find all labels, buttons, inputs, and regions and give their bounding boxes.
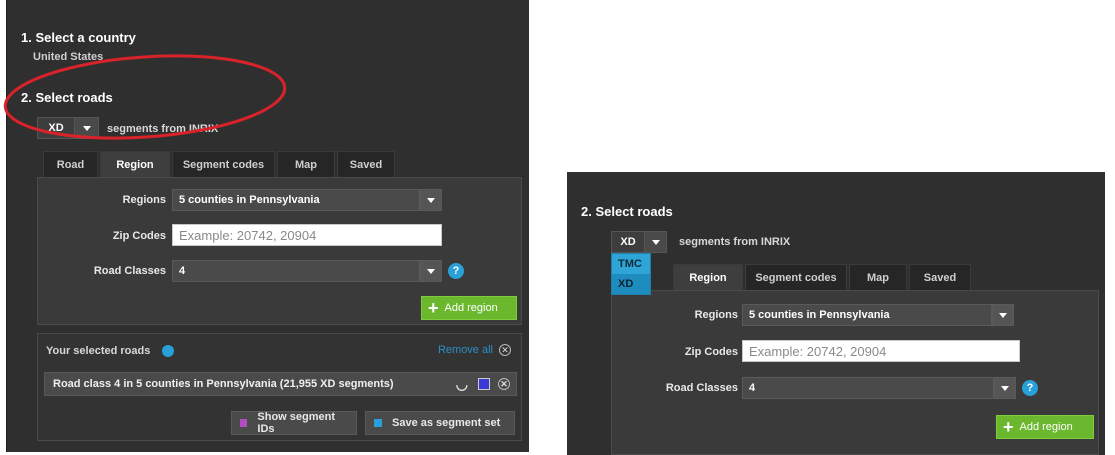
source-suffix: segments from INRIX <box>107 123 219 135</box>
zip-codes-input[interactable]: Example: 20742, 20904 <box>742 340 1020 362</box>
zip-codes-label: Zip Codes <box>684 346 738 358</box>
tab-saved[interactable]: Saved <box>337 151 395 177</box>
remove-all-link[interactable]: Remove all ✕ <box>438 344 511 356</box>
source-dropdown-value: XD <box>48 122 64 134</box>
road-classes-label: Road Classes <box>665 382 738 394</box>
list-icon <box>240 419 248 427</box>
regions-label: Regions <box>122 194 166 206</box>
region-tab-panel: Regions 5 counties in Pennsylvania Zip C… <box>37 177 522 325</box>
selected-road-text: Road class 4 in 5 counties in Pennsylvan… <box>53 378 394 390</box>
zip-codes-input[interactable]: Example: 20742, 20904 <box>172 224 442 246</box>
source-dropdown[interactable]: XD <box>37 117 99 139</box>
show-segment-ids-label: Show segment IDs <box>257 411 336 435</box>
country-value[interactable]: United States <box>33 51 103 63</box>
menu-item-tmc[interactable]: TMC <box>612 254 650 274</box>
regions-select[interactable]: 5 counties in Pennsylvania <box>742 304 992 326</box>
show-segment-ids-button[interactable]: Show segment IDs <box>231 411 357 435</box>
save-segment-set-label: Save as segment set <box>392 417 501 429</box>
close-icon[interactable]: ✕ <box>498 378 510 390</box>
close-icon: ✕ <box>499 344 511 356</box>
tab-region[interactable]: Region <box>100 151 170 177</box>
tab-segment-codes[interactable]: Segment codes <box>172 151 275 177</box>
regions-label: Regions <box>694 309 738 321</box>
remove-all-label: Remove all <box>437 344 493 356</box>
help-icon[interactable]: ? <box>448 263 464 279</box>
zip-codes-label: Zip Codes <box>112 230 166 242</box>
road-classes-select[interactable]: 4 <box>172 260 420 282</box>
plus-icon: + <box>428 298 439 318</box>
source-suffix: segments from INRIX <box>679 236 791 248</box>
add-region-label: Add region <box>1019 421 1073 433</box>
tab-map[interactable]: Map <box>849 264 907 290</box>
regions-select[interactable]: 5 counties in Pennsylvania <box>172 189 420 211</box>
chevron-down-icon[interactable] <box>420 189 442 211</box>
help-icon[interactable]: ? <box>1022 380 1038 396</box>
segment-color-icon[interactable] <box>478 378 490 390</box>
tab-map[interactable]: Map <box>277 151 335 177</box>
chevron-down-icon[interactable] <box>992 304 1014 326</box>
tab-segment-codes[interactable]: Segment codes <box>745 264 847 290</box>
info-icon[interactable] <box>162 345 174 357</box>
save-icon <box>374 419 382 427</box>
source-dropdown[interactable]: XD <box>611 231 667 253</box>
add-region-button[interactable]: + Add region <box>421 296 517 320</box>
left-panel: 1. Select a country United States 2. Sel… <box>6 0 529 452</box>
chevron-down-icon[interactable] <box>420 260 442 282</box>
road-classes-select[interactable]: 4 <box>742 377 994 399</box>
tab-road[interactable]: Road <box>43 151 98 177</box>
chevron-down-icon[interactable] <box>994 377 1016 399</box>
selected-road-row: Road class 4 in 5 counties in Pennsylvan… <box>44 372 517 396</box>
add-region-label: Add region <box>444 302 498 314</box>
menu-item-xd[interactable]: XD <box>612 274 650 294</box>
curve-icon[interactable]: ◡ <box>456 376 468 393</box>
source-dropdown-menu: TMC XD <box>611 253 651 295</box>
tab-region[interactable]: Region <box>673 264 743 290</box>
road-classes-label: Road Classes <box>93 265 166 277</box>
selected-roads-section: Your selected roads Remove all ✕ Road cl… <box>37 333 522 441</box>
plus-icon: + <box>1003 417 1014 437</box>
tab-saved[interactable]: Saved <box>909 264 971 290</box>
selected-roads-label: Your selected roads <box>46 345 151 357</box>
source-dropdown-value: XD <box>620 236 636 248</box>
right-panel: 2. Select roads XD segments from INRIX R… <box>567 172 1105 455</box>
step2-heading: 2. Select roads <box>21 90 113 105</box>
step2-heading: 2. Select roads <box>581 204 673 219</box>
chevron-down-icon <box>74 118 98 138</box>
save-segment-set-button[interactable]: Save as segment set <box>365 411 515 435</box>
step1-heading: 1. Select a country <box>21 30 136 45</box>
add-region-button[interactable]: + Add region <box>996 415 1094 439</box>
region-tab-panel: Regions 5 counties in Pennsylvania Zip C… <box>611 290 1099 455</box>
chevron-down-icon <box>644 232 666 252</box>
